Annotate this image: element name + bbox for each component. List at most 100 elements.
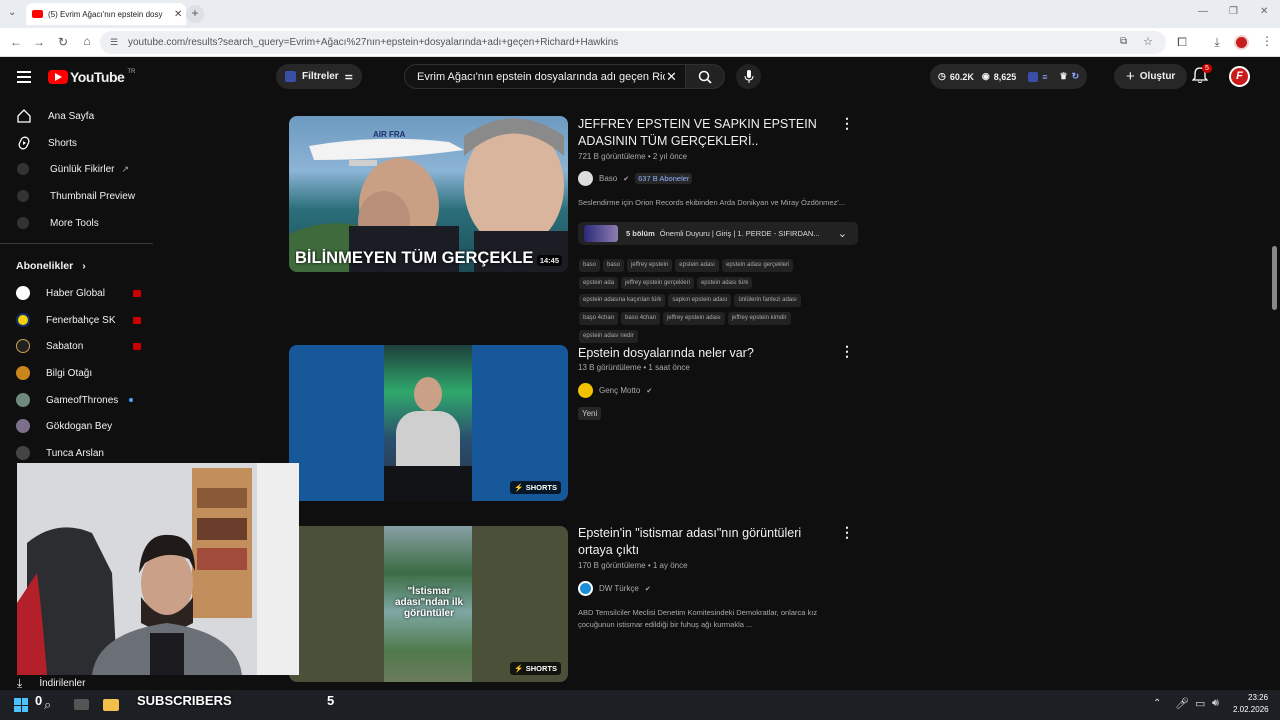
taskbar-search-icon[interactable]: ⌕ — [44, 697, 51, 713]
sidebar-sub-fenerbahce[interactable]: Fenerbahçe SK — [16, 313, 141, 327]
install-app-icon[interactable]: ⧉ — [1120, 36, 1127, 47]
site-info-icon[interactable]: ☰ — [110, 37, 118, 48]
sidebar-item-thumbnail-preview[interactable]: Thumbnail Preview — [17, 190, 135, 202]
clock-date[interactable]: 2.02.2026 — [1233, 705, 1269, 714]
channel-row[interactable]: DW Türkçe ✔ — [578, 581, 651, 596]
sidebar-item-downloads[interactable]: ⤓ İndirilenler — [17, 676, 85, 691]
tag-chip[interactable]: epstein adası nedir — [579, 329, 638, 343]
sidebar-sub-tunca-arslan[interactable]: Tunca Arslan — [16, 446, 141, 460]
tag-chip[interactable]: jeffrey epstein gerçekleri — [621, 276, 694, 290]
tag-chip[interactable]: ünlülerin fantezi adası — [734, 294, 801, 308]
tray-network-icon[interactable]: ▭ — [1195, 697, 1205, 710]
taskbar: ⌕ 0 SUBSCRIBERS 5 ⌃ 🎤︎ ▭ 🔊︎ 23:26 2.02.2… — [0, 690, 1280, 720]
youtube-logo[interactable]: YouTube TR — [48, 69, 135, 85]
tag-chip[interactable]: epstein ada — [579, 276, 619, 290]
chevron-down-icon[interactable]: ⌄ — [838, 227, 847, 240]
sidebar-sub-bilgi-otagi[interactable]: Bilgi Otağı — [16, 366, 141, 380]
extension-icon — [17, 190, 29, 202]
browser-tab[interactable]: (5) Evrim Ağacı'nın epstein dosy ✕ — [26, 3, 186, 25]
tag-chip[interactable]: epstein adası gerçekleri — [721, 259, 794, 272]
sidebar-item-more-tools[interactable]: More Tools — [17, 217, 99, 229]
voice-search-button[interactable] — [736, 64, 761, 89]
search-button[interactable] — [685, 64, 725, 89]
tag-chip[interactable]: jeffrey epstein kimdir — [727, 312, 791, 325]
window-close-button[interactable]: ✕ — [1260, 6, 1268, 17]
tag-chip[interactable]: epstein adası — [675, 259, 719, 272]
sidebar-sub-gameofthrones[interactable]: GameofThrones — [16, 393, 141, 407]
tab-close-icon[interactable]: ✕ — [174, 9, 182, 20]
sidebar-sub-gokdogan-bey[interactable]: Gökdogan Bey — [16, 419, 141, 433]
channel-row[interactable]: Genç Motto ✔ — [578, 383, 652, 398]
channel-stats-widget[interactable]: ◷ 60.2K ◉ 8,625 ≡ ♛ ↻ — [930, 64, 1088, 89]
sidebar-sub-label: Gökdogan Bey — [46, 420, 113, 432]
description-line: çocuğunun istismar edildiği bir fuhuş ağ… — [578, 620, 753, 629]
reload-icon[interactable]: ↻ — [55, 35, 71, 49]
subscriptions-heading[interactable]: Abonelikler › — [16, 260, 86, 272]
clock-time[interactable]: 23:26 — [1248, 693, 1268, 702]
bookmark-star-icon[interactable]: ☆ — [1143, 35, 1153, 48]
live-icon — [133, 316, 141, 324]
taskbar-app-icon[interactable] — [74, 699, 89, 710]
sidebar-item-gunluk-fikirler[interactable]: Günlük Fikirler ↗ — [17, 163, 129, 175]
video-thumbnail[interactable]: AIR FRA BİLİNMEYEN TÜM GERÇEKLE 14:45 — [289, 116, 568, 272]
sidebar-sub-sabaton[interactable]: Sabaton — [16, 339, 141, 353]
tag-chip[interactable]: baso 4chan — [621, 312, 661, 325]
address-bar[interactable]: ☰ youtube.com/results?search_query=Evrim… — [100, 31, 1166, 54]
create-label: Oluştur — [1139, 71, 1176, 82]
create-button[interactable]: + Oluştur — [1114, 64, 1188, 89]
video-title[interactable]: Epstein'in "istismar adası"nın görüntüle… — [578, 525, 828, 559]
tag-chip[interactable]: jeffrey epstein — [627, 259, 673, 272]
home-browser-icon[interactable]: ⌂ — [79, 34, 95, 48]
tray-volume-icon[interactable]: 🔊︎ — [1212, 697, 1219, 710]
channel-avatar — [16, 393, 30, 407]
trophy-icon: ♛ — [1059, 71, 1068, 81]
video-title[interactable]: Epstein dosyalarında neler var? — [578, 345, 754, 362]
tag-chip[interactable]: başo 4chan — [579, 312, 619, 325]
start-windows-icon[interactable] — [14, 698, 28, 712]
back-icon[interactable]: ← — [8, 35, 24, 49]
tab-list-dropdown-icon[interactable]: ⌄ — [8, 7, 16, 18]
forward-icon[interactable]: → — [31, 35, 47, 49]
tray-chevron-up-icon[interactable]: ⌃ — [1153, 698, 1161, 709]
sidebar-divider — [0, 243, 153, 244]
tray-mic-icon[interactable]: 🎤︎ — [1175, 697, 1189, 710]
video-meta: 170 B görüntüleme • 1 ay önce — [578, 561, 688, 570]
download-icon[interactable]: ⤓ — [1209, 35, 1225, 50]
tag-chip[interactable]: epstein adası türk — [696, 276, 753, 290]
new-tab-button[interactable]: + — [186, 5, 204, 23]
guide-menu-icon[interactable] — [17, 71, 31, 83]
tag-chip[interactable]: baso — [579, 259, 601, 272]
taskbar-folder-icon[interactable] — [103, 699, 119, 711]
video-thumbnail[interactable]: "İstismar adası"ndan ilk görüntüler ⚡ SH… — [289, 526, 568, 682]
profile-avatar[interactable] — [1234, 35, 1249, 50]
page-scrollbar[interactable] — [1272, 246, 1277, 310]
window-minimize-button[interactable]: — — [1198, 6, 1208, 17]
tag-chip[interactable]: baso — [603, 259, 625, 272]
search-input[interactable]: Evrim Ağacı'nın epstein dosyalarında adı… — [404, 64, 686, 89]
sidebar-item-shorts[interactable]: Shorts — [17, 136, 77, 150]
video-title[interactable]: JEFFREY EPSTEIN VE SAPKIN EPSTEIN ADASIN… — [578, 116, 828, 150]
more-actions-icon[interactable]: ⋮ — [840, 343, 854, 360]
tag-chip[interactable]: sapkın epstein adası — [668, 294, 732, 308]
sidebar-sub-haber-global[interactable]: Haber Global — [16, 286, 141, 300]
channel-row[interactable]: Baso ✔ 637 B Aboneler — [578, 171, 693, 186]
more-actions-icon[interactable]: ⋮ — [840, 524, 854, 541]
browser-menu-icon[interactable]: ⋮ — [1259, 34, 1275, 48]
account-avatar[interactable]: F — [1229, 66, 1250, 87]
video-thumbnail[interactable]: ⚡ SHORTS — [289, 345, 568, 501]
extensions-icon[interactable]: ⧠ — [1174, 35, 1190, 50]
clear-search-icon[interactable]: ✕ — [666, 69, 677, 85]
more-actions-icon[interactable]: ⋮ — [840, 115, 854, 132]
filters-button[interactable]: Filtreler ⚌ — [276, 64, 362, 89]
sidebar-item-label: More Tools — [50, 217, 99, 229]
tag-chip[interactable]: jeffrey epstein adası — [663, 312, 725, 325]
channel-avatar — [578, 171, 593, 186]
channel-avatar — [16, 286, 30, 300]
episodes-bar[interactable]: 5 bölüm Önemli Duyuru | Giriş | 1. PERDE… — [578, 222, 858, 245]
tag-list: baso baso jeffrey epstein epstein adası epst… — [579, 258, 829, 347]
notifications-button[interactable]: 5 — [1192, 64, 1212, 84]
tag-chip[interactable]: epstein adasına kaçırılan türk — [579, 294, 666, 308]
sidebar-item-home[interactable]: Ana Sayfa — [17, 109, 94, 123]
youtube-play-icon — [48, 70, 68, 84]
window-restore-button[interactable]: ❐ — [1229, 6, 1238, 17]
